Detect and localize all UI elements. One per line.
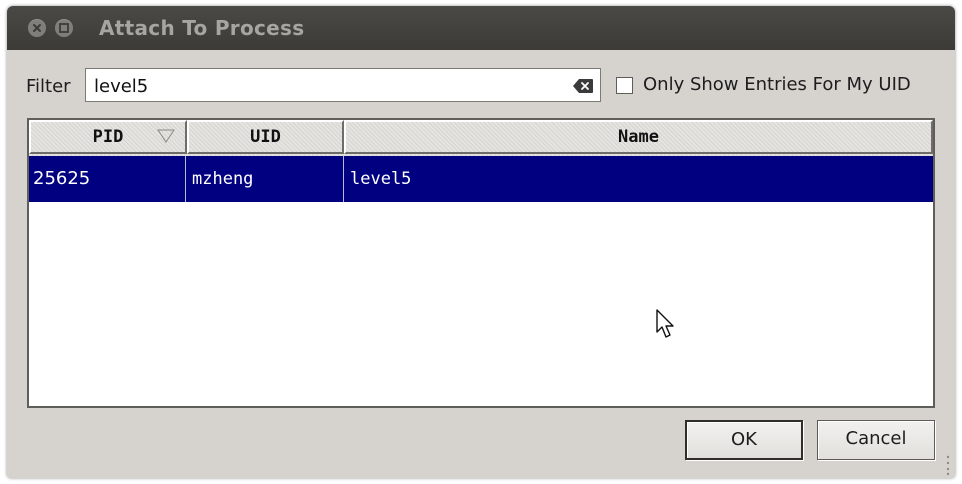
cancel-button[interactable]: Cancel <box>817 420 935 460</box>
filter-field[interactable] <box>85 68 601 102</box>
filter-label: Filter <box>26 76 71 97</box>
title-bar[interactable]: Attach To Process <box>7 6 955 50</box>
minimize-icon <box>59 23 69 33</box>
uid-cell: mzheng <box>192 169 254 189</box>
table-row[interactable]: 25625 mzheng level5 <box>29 156 933 202</box>
process-table[interactable]: PID UID Name 25625 mzheng level5 <box>27 118 935 408</box>
ok-button[interactable]: OK <box>685 420 803 460</box>
only-my-uid-checkbox[interactable] <box>616 77 633 94</box>
column-header-label: Name <box>618 127 659 147</box>
attach-to-process-dialog: Attach To Process Filter Only Show Entri… <box>7 6 955 478</box>
mouse-pointer-icon <box>656 309 674 338</box>
only-my-uid-label[interactable]: Only Show Entries For My UID <box>643 74 911 95</box>
column-header-name[interactable]: Name <box>344 120 933 154</box>
name-cell: level5 <box>350 169 412 189</box>
column-header-label: UID <box>250 127 281 147</box>
table-header: PID UID Name <box>29 120 933 156</box>
minimize-window-button[interactable] <box>55 19 73 37</box>
column-header-uid[interactable]: UID <box>187 120 344 154</box>
close-window-button[interactable] <box>28 19 46 37</box>
sort-indicator-icon <box>157 129 175 143</box>
clear-text-icon[interactable] <box>572 78 594 94</box>
resize-grip-icon[interactable] <box>944 454 952 476</box>
close-icon <box>33 24 41 32</box>
filter-input[interactable] <box>94 75 564 97</box>
column-header-pid[interactable]: PID <box>29 120 187 154</box>
column-header-label: PID <box>92 127 124 147</box>
dialog-title: Attach To Process <box>99 16 305 40</box>
pid-cell: 25625 <box>33 168 91 189</box>
